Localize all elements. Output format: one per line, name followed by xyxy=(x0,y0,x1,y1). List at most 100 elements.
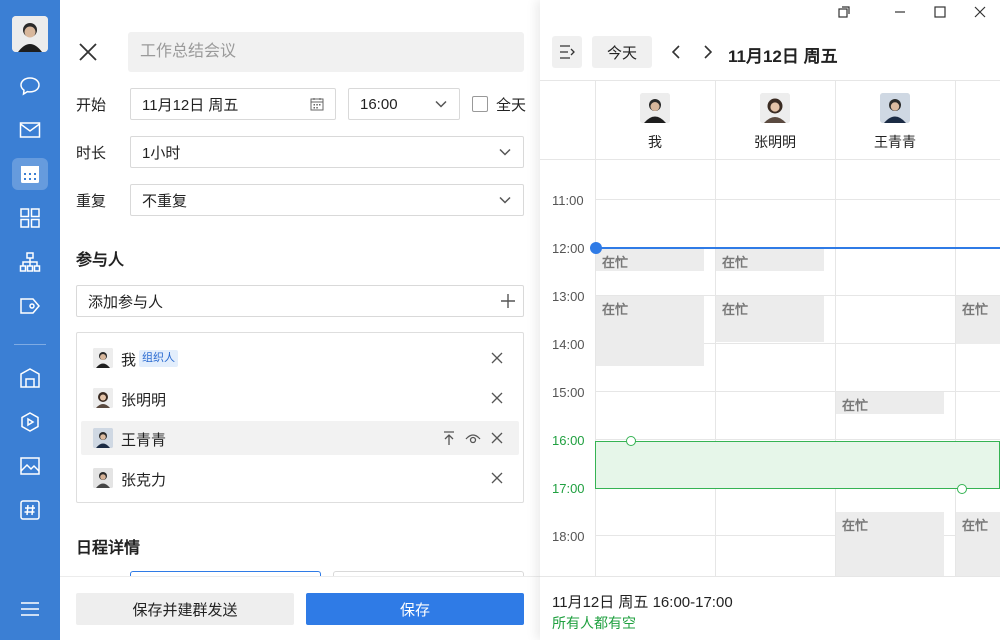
participant-row[interactable]: 王青青 xyxy=(81,421,519,455)
org-chart-icon[interactable] xyxy=(12,246,48,278)
close-icon[interactable] xyxy=(76,38,100,66)
allday-checkbox[interactable] xyxy=(472,96,488,112)
chat-icon[interactable] xyxy=(12,70,48,102)
remove-icon[interactable] xyxy=(489,390,505,406)
attendee-avatar xyxy=(640,93,670,123)
calendar-icon[interactable] xyxy=(12,158,48,190)
availability-calendar: 今天 11月12日 周五 我 张明明 王青青 11:00 12:00 13:00… xyxy=(540,0,1000,640)
minimize-icon[interactable] xyxy=(890,2,910,22)
busy-block[interactable]: 在忙 xyxy=(836,392,944,414)
busy-block[interactable]: 在忙 xyxy=(836,512,944,576)
selected-time-slot[interactable] xyxy=(595,441,1000,489)
repeat-select[interactable]: 不重复 xyxy=(130,184,524,216)
attendee-avatar xyxy=(760,93,790,123)
attendee-avatar xyxy=(880,93,910,123)
hour-label: 16:00 xyxy=(552,433,585,448)
busy-block[interactable]: 在忙 xyxy=(596,296,704,366)
availability-status: 所有人都有空 xyxy=(552,615,636,631)
chevron-down-icon xyxy=(433,96,449,112)
event-title-input[interactable] xyxy=(128,32,524,72)
calendar-footer: 11月12日 周五 16:00-17:00 所有人都有空 xyxy=(540,576,1000,640)
resize-handle-top[interactable] xyxy=(626,436,636,446)
duration-select[interactable]: 1小时 xyxy=(130,136,524,168)
save-and-create-group-button[interactable]: 保存并建群发送 xyxy=(76,593,294,625)
app-hashtag-icon[interactable] xyxy=(12,494,48,526)
details-title: 日程详情 xyxy=(76,540,141,557)
allday-label: 全天 xyxy=(496,97,527,114)
participant-row[interactable]: 张明明 xyxy=(81,381,519,415)
chevron-right-icon[interactable] xyxy=(698,42,718,62)
app-building-icon[interactable] xyxy=(12,362,48,394)
repeat-label: 重复 xyxy=(76,193,107,210)
form-footer: 保存并建群发送 保存 xyxy=(60,576,540,640)
organizer-badge: 组织人 xyxy=(139,350,178,367)
app-play-icon[interactable] xyxy=(12,406,48,438)
pin-to-top-icon[interactable] xyxy=(441,430,457,446)
start-time-value: 16:00 xyxy=(360,95,398,113)
add-participant-field[interactable]: 添加参与人 xyxy=(76,285,524,317)
save-button[interactable]: 保存 xyxy=(306,593,524,625)
panel-collapse-icon[interactable] xyxy=(552,36,582,68)
participant-avatar xyxy=(93,348,113,368)
app-sidebar xyxy=(0,0,60,640)
calendar-picker-icon xyxy=(309,96,325,112)
hour-label: 11:00 xyxy=(552,193,584,208)
participant-name: 我 xyxy=(121,352,137,369)
sidebar-divider xyxy=(14,344,46,345)
schedule-grid[interactable]: 我 张明明 王青青 张 11:00 12:00 13:00 14:00 15:0… xyxy=(540,80,1000,576)
participant-list: 我 组织人 张明明 王青青 张克力 xyxy=(76,332,524,503)
plus-icon[interactable] xyxy=(501,294,515,308)
today-button[interactable]: 今天 xyxy=(592,36,652,68)
hour-label: 13:00 xyxy=(552,289,585,304)
calendar-date-title: 11月12日 周五 xyxy=(728,47,838,66)
attendee-name: 我 xyxy=(648,134,662,150)
app-image-icon[interactable] xyxy=(12,450,48,482)
menu-icon[interactable] xyxy=(12,593,48,625)
maximize-icon[interactable] xyxy=(930,2,950,22)
chevron-down-icon xyxy=(497,144,513,160)
participant-row[interactable]: 我 组织人 xyxy=(81,341,519,375)
participant-avatar xyxy=(93,388,113,408)
current-time-line xyxy=(595,247,1000,249)
busy-block[interactable]: 在忙 xyxy=(716,296,824,342)
start-date-field[interactable]: 11月12日 周五 xyxy=(130,88,336,120)
start-date-value: 11月12日 周五 xyxy=(142,96,239,114)
busy-block[interactable]: 在忙 xyxy=(596,249,704,271)
duration-label: 时长 xyxy=(76,145,107,162)
window-close-icon[interactable] xyxy=(970,2,990,22)
remove-icon[interactable] xyxy=(489,470,505,486)
tag-icon[interactable] xyxy=(12,290,48,322)
busy-block[interactable]: 在忙 xyxy=(956,512,1000,576)
resize-handle-bottom[interactable] xyxy=(957,484,967,494)
user-avatar[interactable] xyxy=(12,16,48,52)
attendee-name: 张明明 xyxy=(754,134,796,150)
workbench-grid-icon[interactable] xyxy=(12,202,48,234)
header-divider xyxy=(540,159,1000,160)
selection-summary: 11月12日 周五 16:00-17:00 xyxy=(552,594,733,611)
chevron-left-icon[interactable] xyxy=(666,42,686,62)
hour-label: 12:00 xyxy=(552,241,585,256)
start-time-select[interactable]: 16:00 xyxy=(348,88,460,120)
column-divider xyxy=(835,81,836,576)
participant-name: 王青青 xyxy=(121,432,167,449)
duration-value: 1小时 xyxy=(142,144,181,162)
remove-icon[interactable] xyxy=(489,430,505,446)
mail-icon[interactable] xyxy=(12,114,48,146)
busy-block[interactable]: 在忙 xyxy=(716,249,824,271)
popout-icon[interactable] xyxy=(834,2,854,22)
chevron-down-icon xyxy=(497,192,513,208)
busy-block[interactable]: 在忙 xyxy=(956,296,1000,344)
add-participant-label: 添加参与人 xyxy=(88,293,164,311)
participant-avatar xyxy=(93,468,113,488)
remove-icon[interactable] xyxy=(489,350,505,366)
hour-label: 17:00 xyxy=(552,481,585,496)
repeat-value: 不重复 xyxy=(142,192,188,210)
participant-row[interactable]: 张克力 xyxy=(81,461,519,495)
attendee-column-header: 张明明 xyxy=(715,93,835,153)
attendee-column-header: 我 xyxy=(595,93,715,153)
attendee-name: 王青青 xyxy=(874,134,916,150)
hour-label: 14:00 xyxy=(552,337,585,352)
participant-avatar xyxy=(93,428,113,448)
visibility-icon[interactable] xyxy=(465,430,481,446)
participants-title: 参与人 xyxy=(76,252,125,269)
